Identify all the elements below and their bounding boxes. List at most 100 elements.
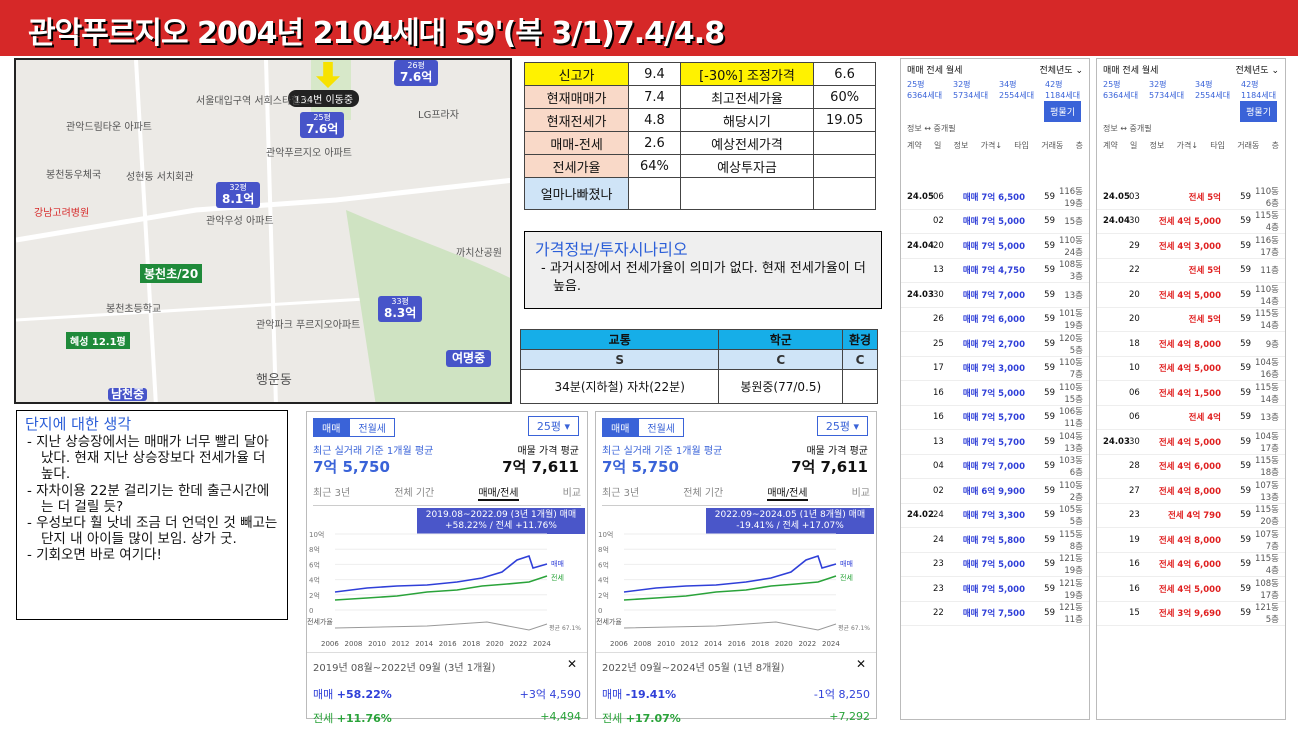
table-row[interactable]: 13 매매 7억 4,750 59 108동 3층: [901, 259, 1089, 283]
size-tab[interactable]: 42평 1184세대: [1241, 79, 1279, 101]
table-row[interactable]: 25 매매 7억 2,700 59 120동 5층: [901, 332, 1089, 357]
year-filter[interactable]: 전체년도 ⌄: [1039, 63, 1083, 76]
table-row[interactable]: 06 전세 4억 59 13층: [1097, 406, 1285, 430]
header-cell: 정보: [953, 141, 969, 150]
size-tab[interactable]: 34평 2554세대: [999, 79, 1037, 101]
school-flag[interactable]: 봉천초/20: [140, 264, 203, 283]
table-row[interactable]: 29 전세 4억 3,000 59 116동 17층: [1097, 234, 1285, 259]
table-row[interactable]: 28 전세 4억 6,000 59 115동 18층: [1097, 455, 1285, 479]
subtab[interactable]: 최근 3년: [313, 484, 350, 501]
table-row[interactable]: 24.05 06 매매 7억 6,500 59 116동 19층: [901, 185, 1089, 210]
size-tab[interactable]: 32평 5734세대: [953, 79, 991, 101]
table-row[interactable]: 23 매매 7억 5,000 59 121동 19층: [901, 577, 1089, 602]
school-flag[interactable]: 남천중: [108, 387, 148, 402]
size-select[interactable]: 25평 ▾: [527, 416, 579, 436]
size-tab[interactable]: 25평 6364세대: [1103, 79, 1141, 101]
x-tick: 2024: [533, 640, 551, 648]
map-pin[interactable]: 26평 7.6억: [394, 60, 439, 86]
tab-sale[interactable]: 매매: [313, 418, 350, 437]
subtab[interactable]: 매매/전세: [767, 484, 808, 501]
tab-sale[interactable]: 매매: [602, 418, 639, 437]
row-building: 115동 18층: [1254, 456, 1279, 479]
table-row[interactable]: 20 전세 4억 5,000 59 110동 14층: [1097, 283, 1285, 308]
rent-amount: +4,494: [540, 710, 581, 723]
row-price: 전세 4억 8,000: [1158, 339, 1221, 350]
close-icon[interactable]: ✕: [567, 657, 577, 671]
row-price: 매매 6억 9,900: [962, 486, 1025, 497]
table-row[interactable]: 27 전세 4억 8,000 59 107동 13층: [1097, 479, 1285, 504]
table-row[interactable]: 16 전세 4억 5,000 59 108동 17층: [1097, 577, 1285, 602]
x-tick: 2006: [610, 640, 628, 648]
tab-rent[interactable]: 전월세: [349, 418, 396, 437]
row-day: 30: [1129, 436, 1140, 447]
table-row[interactable]: 19 전세 4억 8,000 59 107동 7층: [1097, 528, 1285, 553]
table-row[interactable]: 04 매매 7억 7,000 59 103동 6층: [901, 455, 1089, 479]
table-row[interactable]: 10 전세 4억 5,000 59 104동 16층: [1097, 357, 1285, 381]
subtab[interactable]: 전체 기간: [683, 484, 723, 501]
row-price: 매매 7억 4,750: [962, 266, 1025, 277]
table-row[interactable]: 24.05 03 전세 5억 59 110동 6층: [1097, 185, 1285, 210]
table-row[interactable]: 16 매매 7억 5,000 59 110동 15층: [901, 381, 1089, 406]
table-row[interactable]: 24 매매 7억 5,800 59 115동 8층: [901, 528, 1089, 553]
size-tab[interactable]: 32평 5734세대: [1149, 79, 1187, 101]
table-row[interactable]: 24.04 20 매매 7억 5,000 59 110동 24층: [901, 234, 1089, 259]
table-row[interactable]: 26 매매 7억 6,000 59 101동 19층: [901, 308, 1089, 332]
table-row[interactable]: 13 매매 7억 5,700 59 104동 13층: [901, 430, 1089, 455]
table-row[interactable]: 24.03 30 매매 7억 7,000 59 13층: [901, 283, 1089, 308]
table-row[interactable]: 02 매매 7억 5,000 59 15층: [901, 210, 1089, 234]
x-tick: 2020: [486, 640, 504, 648]
school-flag[interactable]: 여명중: [446, 350, 492, 368]
year-filter[interactable]: 전체년도 ⌄: [1235, 63, 1279, 76]
row-day: 20: [933, 240, 944, 251]
table-row[interactable]: 16 매매 7억 5,700 59 106동 11층: [901, 406, 1089, 430]
size-tab[interactable]: 34평 2554세대: [1195, 79, 1233, 101]
map-pin[interactable]: 32평 8.1억: [216, 182, 261, 208]
size-tabs: 25평 6364세대 32평 5734세대 34평 2554세대 42평 1184세대: [901, 77, 1089, 103]
table-row[interactable]: 16 전세 4억 6,000 59 115동 4층: [1097, 553, 1285, 577]
close-icon[interactable]: ✕: [856, 657, 866, 671]
row-day: 13: [933, 265, 944, 276]
table-row[interactable]: 23 전세 4억 790 59 115동 20층: [1097, 504, 1285, 528]
ask-label: 매물 가격 평균: [806, 446, 868, 457]
header-cell: 타입: [1014, 141, 1030, 150]
map-pin[interactable]: 33평 8.3억: [378, 296, 423, 322]
table-row[interactable]: 22 전세 5억 59 11층: [1097, 259, 1285, 283]
sale-pct: +58.22%: [336, 688, 392, 701]
panel-tab-label[interactable]: 매매 전세 월세: [1103, 63, 1158, 76]
size-select[interactable]: 25평 ▾: [816, 416, 868, 436]
table-row[interactable]: 02 매매 6억 9,900 59 110동 2층: [901, 479, 1089, 504]
panel-tab-label[interactable]: 매매 전세 월세: [907, 63, 962, 76]
table-row[interactable]: 17 매매 7억 3,000 59 110동 7층: [901, 357, 1089, 381]
subtab[interactable]: 전체 기간: [394, 484, 434, 501]
table-row[interactable]: 22 매매 7억 7,500 59 121동 11층: [901, 602, 1089, 626]
table-row[interactable]: 15 전세 3억 9,690 59 121동 5층: [1097, 602, 1285, 626]
tab-rent[interactable]: 전월세: [638, 418, 685, 437]
table-row[interactable]: 24.03 30 전세 4억 5,000 59 104동 17층: [1097, 430, 1285, 455]
subtab[interactable]: 비교: [563, 484, 581, 501]
table-row[interactable]: 20 전세 5억 59 115동 14층: [1097, 308, 1285, 332]
row-price: 매매 7억 6,500: [962, 192, 1025, 203]
table-row[interactable]: 24.04 30 전세 4억 5,000 59 115동 4층: [1097, 210, 1285, 234]
table-row[interactable]: 24.02 24 매매 7억 3,300 59 105동 5층: [901, 504, 1089, 528]
map-pin[interactable]: 25평 7.6억: [300, 112, 345, 138]
table-row[interactable]: 18 전세 4억 8,000 59 9층: [1097, 332, 1285, 357]
map-panel[interactable]: 134번 이동중 26평 7.6억 25평 7.6억 32평 8.1억 33평 8.3억…: [14, 58, 512, 404]
table-row[interactable]: 06 전세 4억 1,500 59 115동 14층: [1097, 381, 1285, 406]
subtab[interactable]: 비교: [852, 484, 870, 501]
subtab[interactable]: 매매/전세: [478, 484, 519, 501]
row-building: 115동 14층: [1254, 309, 1279, 332]
row-building: 104동 17층: [1254, 431, 1279, 454]
row-type: 59: [1240, 510, 1251, 521]
subtab[interactable]: 최근 3년: [602, 484, 639, 501]
compare-button[interactable]: 평물기: [1240, 101, 1277, 122]
school-flag[interactable]: 혜성 12.1평: [66, 332, 130, 349]
row-month: 24.05: [1103, 191, 1130, 202]
y-tick: 10억: [309, 531, 324, 539]
size-tab[interactable]: 42평 1184세대: [1045, 79, 1083, 101]
size-tab[interactable]: 25평 6364세대: [907, 79, 945, 101]
compare-button[interactable]: 평물기: [1044, 101, 1081, 122]
header-cell: 타입: [1210, 141, 1226, 150]
row-day: 13: [933, 436, 944, 447]
table-row[interactable]: 23 매매 7억 5,000 59 121동 19층: [901, 553, 1089, 577]
row-month: 24.03: [907, 289, 934, 300]
